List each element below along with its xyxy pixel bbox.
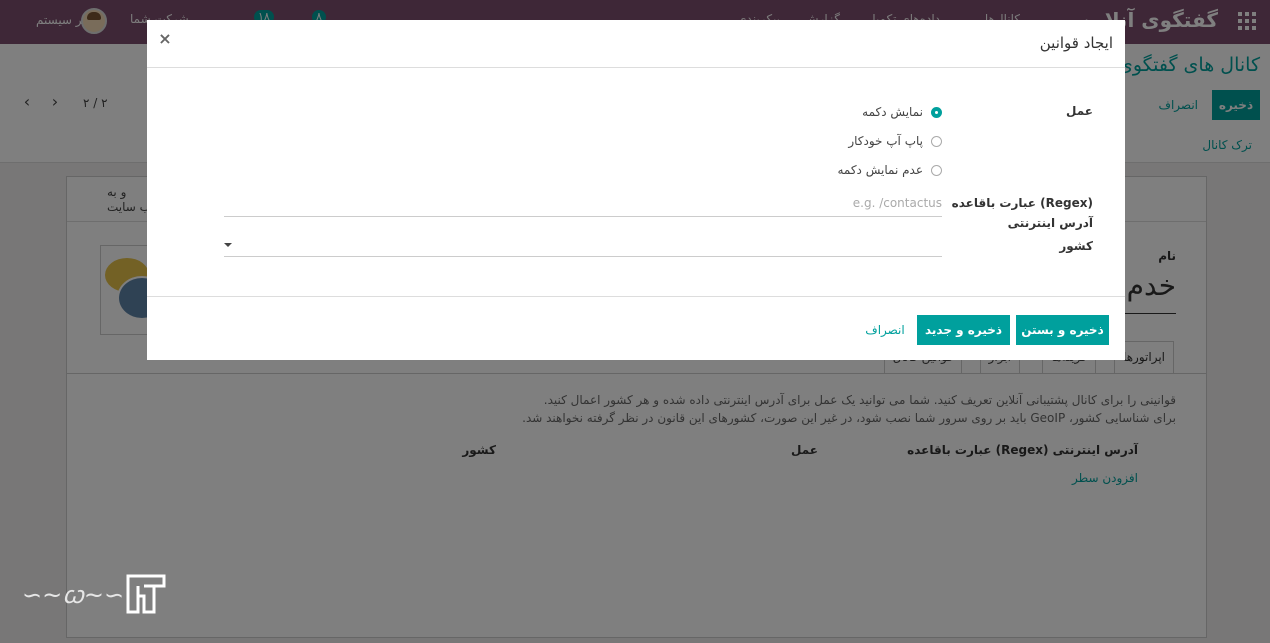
- regex-url-input[interactable]: [224, 192, 942, 217]
- action-option-label: پاپ آپ خودکار: [848, 134, 923, 148]
- action-option-label: نمایش دکمه: [862, 105, 923, 119]
- create-rules-dialog: ایجاد قوانین × عمل نمایش دکمه پاپ آپ خود…: [147, 20, 1125, 360]
- watermark-text: ∽~ꞷ~∽: [22, 581, 125, 609]
- country-select[interactable]: [224, 234, 942, 257]
- radio-unselected-icon[interactable]: [931, 135, 942, 147]
- dialog-header: ایجاد قوانین ×: [147, 20, 1125, 68]
- save-and-new-button[interactable]: ذخیره و جدید: [917, 315, 1010, 345]
- country-label: کشور: [1059, 239, 1093, 253]
- caret-down-icon[interactable]: [224, 243, 232, 247]
- close-icon[interactable]: ×: [157, 30, 173, 48]
- radio-unselected-icon[interactable]: [931, 164, 942, 176]
- action-option-show-button[interactable]: نمایش دکمه: [862, 104, 942, 120]
- watermark-logo-icon: [126, 574, 166, 614]
- action-option-auto-popup[interactable]: پاپ آپ خودکار: [848, 133, 942, 149]
- action-option-label: عدم نمایش دکمه: [837, 163, 923, 177]
- action-label: عمل: [1066, 104, 1093, 118]
- action-option-hide-button[interactable]: عدم نمایش دکمه: [837, 162, 942, 178]
- dialog-discard-button[interactable]: انصراف: [861, 315, 909, 345]
- dialog-title: ایجاد قوانین: [1039, 34, 1113, 52]
- dialog-footer: ذخیره و بستن ذخیره و جدید انصراف: [147, 296, 1125, 361]
- save-and-close-button[interactable]: ذخیره و بستن: [1016, 315, 1109, 345]
- regex-label-line-2: آدرس اینترنتی: [1007, 216, 1093, 230]
- regex-label-line-1: عبارت باقاعده (Regex): [951, 196, 1093, 210]
- radio-selected-icon[interactable]: [931, 106, 942, 118]
